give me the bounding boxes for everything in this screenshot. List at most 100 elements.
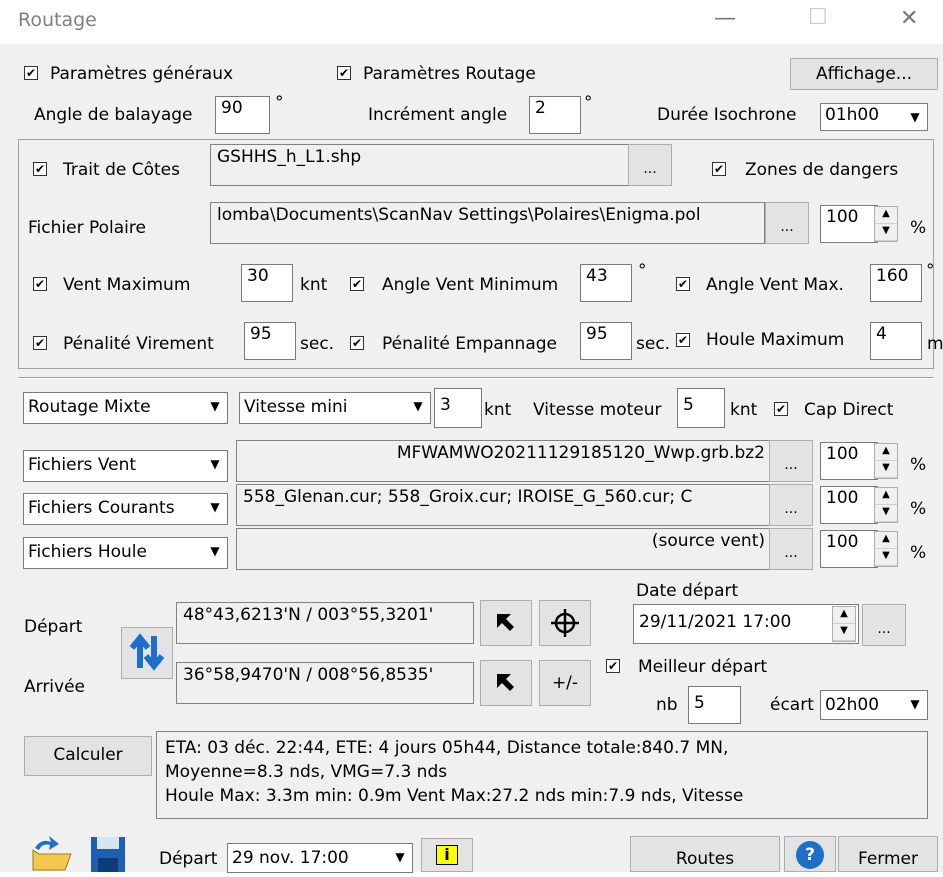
- gap-label: écart: [770, 695, 814, 715]
- display-button[interactable]: Affichage...: [790, 58, 938, 90]
- open-button[interactable]: [28, 832, 74, 872]
- best-departure-checkbox[interactable]: ✔: [606, 659, 620, 673]
- help-icon: ?: [796, 841, 824, 869]
- polar-percent-unit: %: [910, 218, 927, 238]
- wind-files-field[interactable]: MFWAMWO20211129185120_Wwp.grb.bz2: [236, 440, 772, 482]
- departure-date-spinner[interactable]: ▲ ▼: [832, 606, 856, 642]
- polar-percent-input[interactable]: 100: [820, 205, 878, 243]
- sweep-angle-input[interactable]: 90: [215, 96, 270, 134]
- coast-browse-button[interactable]: ...: [628, 144, 672, 186]
- direct-heading-checkbox[interactable]: ✔: [774, 402, 788, 416]
- swap-arrows-icon: [129, 633, 165, 671]
- coast-file-field[interactable]: GSHHS_h_L1.shp: [210, 144, 629, 186]
- isochrone-select[interactable]: 01h00 ▼: [820, 103, 928, 131]
- separator: [18, 377, 934, 379]
- gybe-penalty-unit: sec.: [636, 334, 671, 354]
- wind-min-angle-input[interactable]: 43: [580, 264, 632, 302]
- routing-params-label: Paramètres Routage: [363, 64, 536, 84]
- motor-speed-input[interactable]: 5: [677, 388, 725, 428]
- current-files-browse-button[interactable]: ...: [769, 484, 813, 526]
- close-dialog-button[interactable]: Fermer: [838, 836, 938, 872]
- departure-date-input[interactable]: 29/11/2021 17:00: [633, 604, 859, 644]
- swap-button[interactable]: [121, 627, 173, 679]
- gap-select[interactable]: 02h00 ▼: [820, 690, 928, 720]
- compute-button[interactable]: Calculer: [24, 736, 152, 776]
- chevron-down-icon[interactable]: ▼: [388, 844, 412, 872]
- wind-files-select[interactable]: Fichiers Vent ▼: [23, 450, 228, 482]
- target-button[interactable]: [539, 600, 591, 646]
- routing-type-value: Routage Mixte: [28, 397, 151, 417]
- departure-date-browse-button[interactable]: ...: [862, 604, 906, 646]
- swell-max-input[interactable]: 4: [870, 322, 922, 360]
- swell-files-percent-input[interactable]: 100: [820, 530, 878, 568]
- swell-files-browse-button[interactable]: ...: [769, 528, 813, 570]
- current-files-spinner[interactable]: ▲ ▼: [874, 487, 898, 523]
- floppy-disk-icon: [91, 837, 125, 872]
- coast-checkbox[interactable]: ✔: [33, 162, 47, 176]
- info-button[interactable]: i: [421, 838, 473, 872]
- tack-penalty-checkbox[interactable]: ✔: [33, 336, 47, 350]
- polar-label: Fichier Polaire: [28, 218, 146, 238]
- wind-files-spinner[interactable]: ▲ ▼: [874, 443, 898, 479]
- wind-max-unit: knt: [300, 275, 328, 295]
- cursor-arrow-icon: [497, 674, 514, 691]
- maximize-button[interactable]: ☐: [808, 5, 828, 30]
- wind-min-angle-checkbox[interactable]: ✔: [350, 277, 364, 291]
- current-files-field[interactable]: 558_Glenan.cur; 558_Groix.cur; IROISE_G_…: [236, 484, 772, 526]
- chevron-down-icon[interactable]: ▼: [406, 393, 430, 423]
- wind-files-percent-input[interactable]: 100: [820, 442, 878, 480]
- nb-label: nb: [656, 695, 678, 715]
- polar-file-field[interactable]: lomba\Documents\ScanNav Settings\Polaire…: [210, 202, 765, 244]
- increment-angle-input[interactable]: 2: [529, 96, 581, 134]
- swell-files-field[interactable]: (source vent): [236, 528, 772, 570]
- wind-max-input[interactable]: 30: [241, 264, 293, 302]
- wind-max-angle-input[interactable]: 160: [870, 264, 922, 302]
- chevron-down-icon[interactable]: ▼: [903, 104, 927, 130]
- chevron-down-icon[interactable]: ▼: [203, 494, 227, 524]
- danger-zones-label: Zones de dangers: [745, 160, 899, 180]
- tack-penalty-input[interactable]: 95: [244, 322, 296, 360]
- pick-departure-button[interactable]: [480, 600, 532, 646]
- general-params-checkbox[interactable]: ✔: [24, 66, 38, 80]
- routes-button[interactable]: Routes: [630, 836, 780, 872]
- wind-files-browse-button[interactable]: ...: [769, 440, 813, 482]
- increment-angle-unit: °: [584, 93, 593, 113]
- crosshair-icon: [551, 609, 579, 637]
- general-params-label: Paramètres généraux: [50, 64, 234, 84]
- routing-params-checkbox[interactable]: ✔: [337, 66, 351, 80]
- minimize-button[interactable]: —: [714, 6, 736, 31]
- pick-arrival-button[interactable]: [480, 660, 532, 706]
- chevron-down-icon[interactable]: ▼: [903, 691, 927, 719]
- swell-files-spinner[interactable]: ▲ ▼: [874, 531, 898, 567]
- help-button[interactable]: ?: [784, 836, 836, 872]
- wind-max-angle-label: Angle Vent Max.: [706, 275, 844, 295]
- swell-max-checkbox[interactable]: ✔: [676, 333, 690, 347]
- tack-penalty-unit: sec.: [300, 334, 335, 354]
- plus-minus-button[interactable]: +/-: [539, 660, 591, 706]
- current-files-select[interactable]: Fichiers Courants ▼: [23, 493, 228, 525]
- save-button[interactable]: [83, 834, 133, 872]
- danger-zones-checkbox[interactable]: ✔: [712, 162, 726, 176]
- chevron-down-icon[interactable]: ▼: [203, 451, 227, 481]
- polar-browse-button[interactable]: ...: [765, 202, 809, 244]
- result-line-2: Moyenne=8.3 nds, VMG=7.3 nds: [165, 762, 448, 782]
- speed-type-select[interactable]: Vitesse mini ▼: [239, 392, 431, 424]
- isochrone-label: Durée Isochrone: [657, 105, 797, 125]
- departure-coords-field[interactable]: 48°43,6213'N / 003°55,3201': [176, 602, 474, 644]
- wind-max-angle-checkbox[interactable]: ✔: [676, 277, 690, 291]
- gybe-penalty-input[interactable]: 95: [580, 322, 632, 360]
- gybe-penalty-checkbox[interactable]: ✔: [350, 336, 364, 350]
- close-button[interactable]: ✕: [900, 6, 918, 31]
- swell-files-select[interactable]: Fichiers Houle ▼: [23, 537, 228, 569]
- nb-input[interactable]: 5: [688, 686, 741, 724]
- wind-max-checkbox[interactable]: ✔: [33, 277, 47, 291]
- current-files-percent-input[interactable]: 100: [820, 486, 878, 524]
- arrival-coords-field[interactable]: 36°58,9470'N / 008°56,8535': [176, 662, 474, 704]
- wind-files-type: Fichiers Vent: [28, 455, 137, 475]
- chevron-down-icon[interactable]: ▼: [203, 538, 227, 568]
- chevron-down-icon[interactable]: ▼: [203, 393, 227, 423]
- speed-min-input[interactable]: 3: [434, 388, 482, 428]
- bottom-departure-select[interactable]: 29 nov. 17:00 ▼: [227, 843, 413, 873]
- polar-percent-spinner[interactable]: ▲ ▼: [874, 206, 898, 242]
- routing-type-select[interactable]: Routage Mixte ▼: [23, 392, 228, 424]
